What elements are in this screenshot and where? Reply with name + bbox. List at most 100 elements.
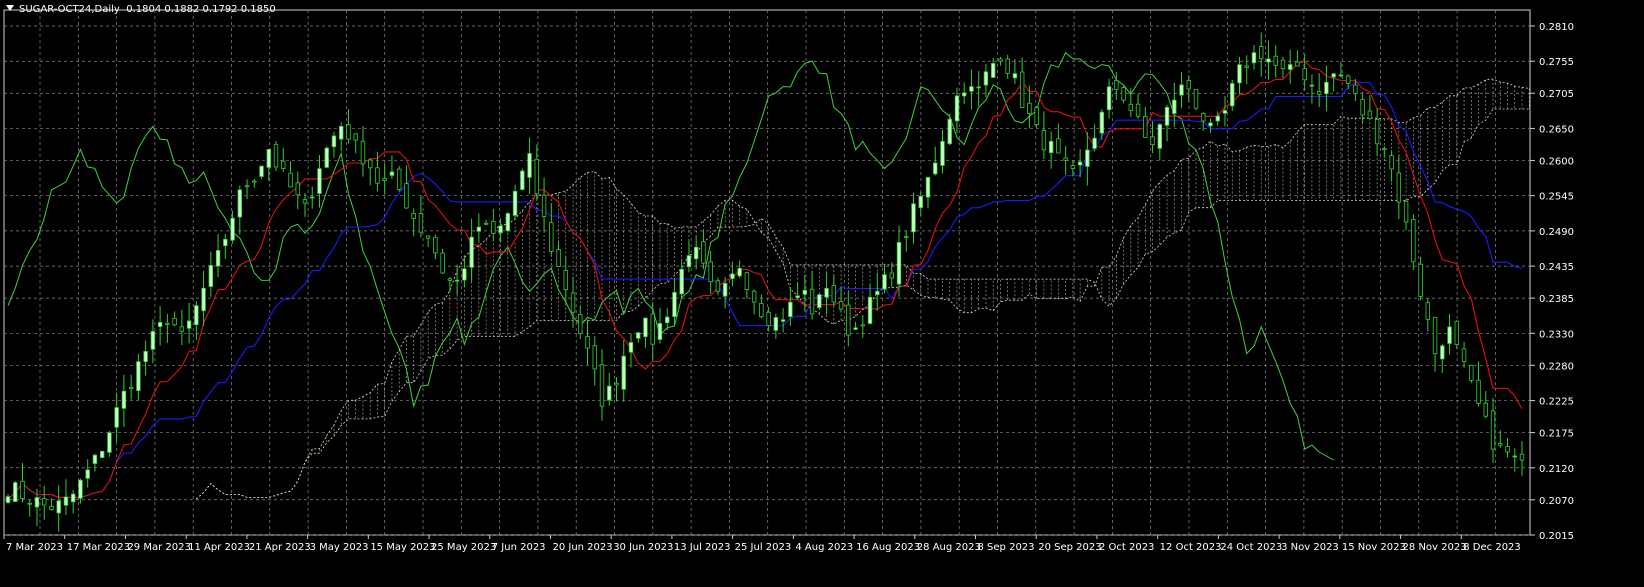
candle-body-bull: [259, 165, 264, 177]
candle: [172, 311, 177, 327]
candle-body-bear: [1498, 443, 1503, 446]
candle: [1019, 57, 1025, 108]
candle-body-bear: [302, 199, 308, 204]
candle: [512, 184, 518, 220]
candle-body-bull: [469, 236, 474, 268]
candle-body-bull: [788, 301, 793, 317]
candle-body-bull: [1164, 106, 1170, 126]
candle-body-bull: [150, 331, 156, 350]
candle-body-bear: [447, 278, 453, 281]
candle: [1309, 74, 1315, 104]
candle: [860, 314, 865, 338]
chart-window[interactable]: 0.2810 0.2755 0.2705 0.2650 0.2600 0.2545 0.24…: [0, 0, 1644, 587]
candle: [136, 353, 141, 401]
x-tick-label: 29 Mar 2023: [127, 542, 190, 553]
candle-body-bear: [614, 382, 619, 386]
candle: [933, 146, 938, 176]
y-tick-label: 0.2490: [1539, 227, 1574, 238]
candle-body-bear: [411, 213, 416, 219]
x-tick-label: 13 Jul 2023: [674, 542, 731, 553]
chart-title[interactable]: SUGAR-OCT24,Daily 0.1804 0.1882 0.1792 0…: [6, 4, 276, 15]
candle: [976, 70, 981, 106]
candle-body-bear: [585, 336, 590, 349]
candle: [433, 234, 438, 260]
candle: [20, 463, 25, 503]
candle: [1121, 85, 1126, 104]
candle: [1338, 61, 1344, 78]
candle: [42, 485, 47, 520]
candle: [505, 212, 511, 233]
candle-body-bear: [541, 194, 547, 217]
candle-body-bear: [1353, 84, 1358, 94]
candle: [534, 144, 540, 200]
candle-body-bull: [628, 342, 634, 353]
candle: [1476, 361, 1481, 407]
candle: [904, 230, 909, 252]
price-chart[interactable]: 0.2810 0.2755 0.2705 0.2650 0.2600 0.2545 0.24…: [0, 0, 1644, 587]
candle-body-bear: [1041, 129, 1047, 151]
candle: [809, 270, 815, 320]
candle: [1512, 448, 1517, 472]
candle-body-bear: [1273, 55, 1278, 66]
candle-body-bull: [824, 288, 829, 298]
candle-body-bull: [1179, 84, 1184, 96]
candle-body-bull: [389, 171, 395, 176]
candle: [520, 168, 525, 191]
candle: [1063, 146, 1068, 175]
candle-body-bull: [853, 327, 858, 330]
candle: [621, 339, 626, 402]
candle-body-bull: [143, 351, 148, 363]
candle: [693, 235, 699, 270]
candle-body-bear: [20, 480, 25, 499]
x-tick-label: 3 Nov 2023: [1281, 542, 1339, 553]
candle-body-bull: [186, 320, 192, 329]
candle-body-bear: [838, 301, 844, 310]
candle: [339, 122, 344, 152]
candle: [527, 137, 532, 195]
candle-body-bear: [1505, 446, 1510, 453]
candle: [1280, 56, 1286, 78]
x-tick-label: 17 Mar 2023: [67, 542, 130, 553]
candle-body-bull: [201, 287, 206, 312]
ohlc-values: 0.1804 0.1882 0.1792 0.1850: [126, 4, 276, 15]
x-tick-label: 12 Oct 2023: [1160, 542, 1222, 553]
candle: [310, 186, 315, 209]
candle: [730, 261, 735, 287]
candle: [1454, 320, 1460, 350]
candle-body-bull: [954, 95, 960, 122]
kijun-sen-line: [7, 82, 1523, 500]
x-tick-label: 28 Aug 2023: [917, 542, 981, 553]
x-tick-label: 20 Sep 2023: [1038, 542, 1101, 553]
candle: [56, 485, 61, 532]
candle: [1048, 131, 1054, 169]
candle-body-bull: [1157, 124, 1162, 149]
candle-body-bull: [310, 196, 315, 199]
candle-body-bull: [527, 153, 532, 178]
candle: [1490, 397, 1496, 463]
candle-body-bull: [454, 279, 460, 282]
candle: [483, 219, 489, 226]
candle-body-bear: [1345, 75, 1351, 84]
candle: [1345, 74, 1351, 90]
candle: [614, 377, 619, 402]
candle-body-bear: [382, 178, 387, 182]
candle-body-bull: [1230, 83, 1235, 107]
candle-body-bear: [42, 498, 47, 506]
candle: [1483, 391, 1488, 419]
x-tick-label: 25 May 2023: [431, 542, 496, 553]
candle-body-bull: [875, 290, 880, 296]
candle: [1230, 80, 1235, 112]
candle: [1157, 123, 1162, 161]
candle: [5, 493, 11, 505]
candle-body-bull: [34, 497, 40, 508]
candle: [643, 317, 648, 348]
candle: [1106, 78, 1112, 119]
candle-body-bull: [962, 92, 967, 97]
candle-body-bull: [1092, 137, 1097, 149]
y-tick-label: 0.2435: [1539, 262, 1574, 273]
candle: [447, 277, 453, 293]
candle: [331, 131, 337, 158]
collapse-triangle-icon[interactable]: [6, 5, 14, 11]
candle-body-bull: [1287, 64, 1293, 70]
candle-body-bear: [708, 261, 713, 283]
